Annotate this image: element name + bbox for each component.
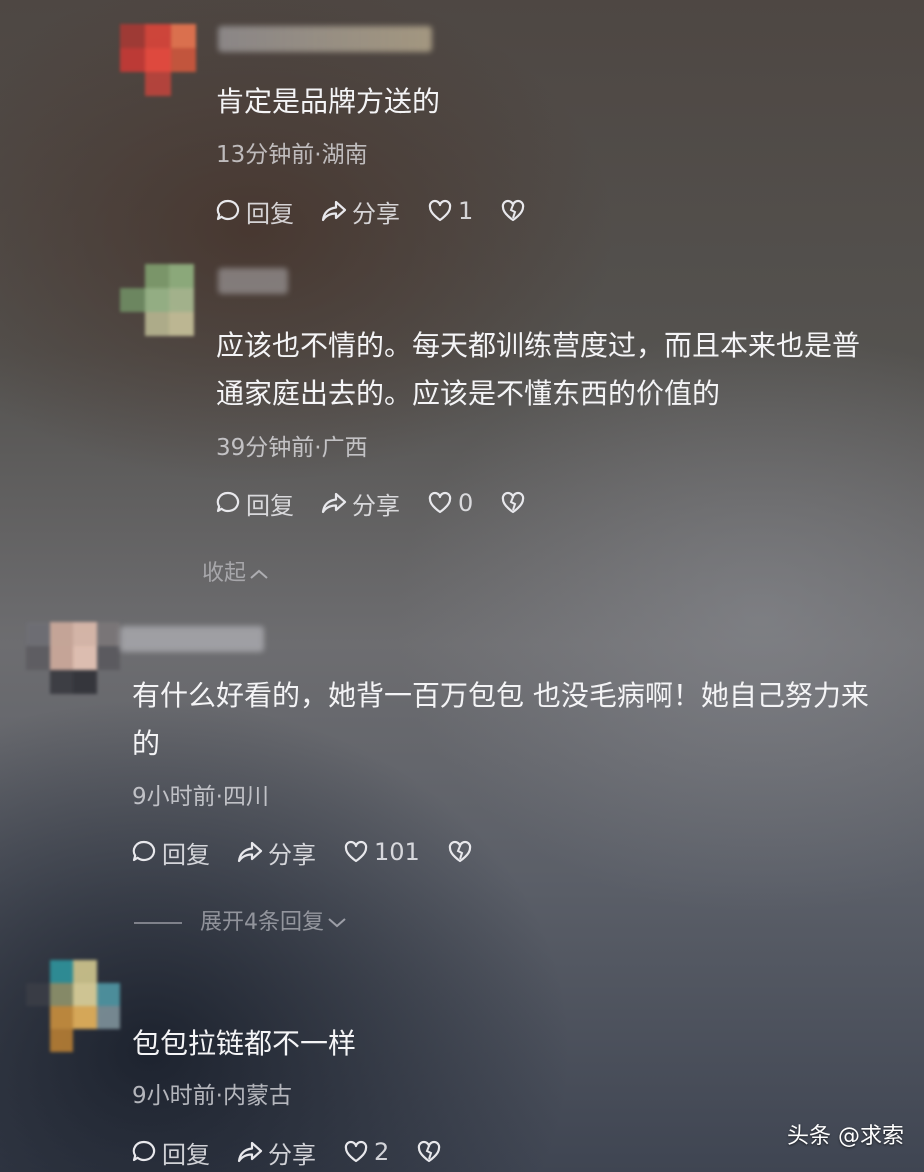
dislike-button[interactable] xyxy=(499,197,531,225)
reply-icon xyxy=(216,199,240,221)
share-button[interactable]: 分享 xyxy=(320,194,400,229)
divider xyxy=(134,922,182,924)
reply-icon xyxy=(132,840,156,862)
avatar[interactable] xyxy=(120,264,194,336)
like-icon xyxy=(344,840,368,863)
comment-actions: 回复 分享 0 xyxy=(214,486,557,520)
dislike-icon xyxy=(448,840,471,863)
like-count: 1 xyxy=(458,197,474,225)
reply-label: 回复 xyxy=(246,491,294,520)
like-count: 2 xyxy=(374,1138,390,1166)
share-icon xyxy=(237,841,263,863)
like-icon xyxy=(428,199,452,222)
reply-button[interactable]: 回复 xyxy=(214,486,294,521)
dislike-button[interactable] xyxy=(446,838,478,866)
comment-text: 包包拉链都不一样 xyxy=(132,1027,357,1060)
collapse-label: 收起 xyxy=(202,561,247,586)
like-button[interactable]: 2 xyxy=(342,1138,389,1166)
username[interactable] xyxy=(120,626,264,652)
comment-actions: 回复 分享 2 xyxy=(130,1135,473,1169)
like-button[interactable]: 1 xyxy=(426,197,473,225)
reply-label: 回复 xyxy=(162,1140,210,1169)
like-count: 0 xyxy=(458,489,474,517)
like-button[interactable]: 0 xyxy=(426,489,473,517)
chevron-up-icon xyxy=(250,569,268,579)
share-label: 分享 xyxy=(268,840,316,869)
comment-text: 肯定是品牌方送的 xyxy=(216,85,441,118)
dislike-icon xyxy=(502,199,525,222)
comment-actions: 回复 分享 101 xyxy=(130,835,504,869)
expand-replies-button[interactable]: 展开4条回复 xyxy=(134,904,348,936)
comment-meta: 9小时前·内蒙古 xyxy=(132,1083,292,1109)
comment-text: 的 xyxy=(132,727,161,760)
comment-text: 通家庭出去的。应该是不懂东西的价值的 xyxy=(216,377,721,410)
reply-label: 回复 xyxy=(246,199,294,228)
reply-button[interactable]: 回复 xyxy=(214,194,294,229)
dislike-button[interactable] xyxy=(499,489,531,517)
avatar[interactable] xyxy=(26,622,120,694)
share-icon xyxy=(321,492,347,514)
dislike-button[interactable] xyxy=(415,1138,447,1166)
chevron-down-icon xyxy=(328,918,346,928)
share-label: 分享 xyxy=(352,491,400,520)
reply-button[interactable]: 回复 xyxy=(130,835,210,870)
comment-meta: 9小时前·四川 xyxy=(132,784,269,810)
like-button[interactable]: 101 xyxy=(342,838,420,866)
like-count: 101 xyxy=(374,838,420,866)
share-button[interactable]: 分享 xyxy=(320,486,400,521)
comment-meta: 13分钟前·湖南 xyxy=(216,142,368,168)
comment-text: 有什么好看的，她背一百万包包 也没毛病啊！她自己努力来 xyxy=(132,679,869,712)
collapse-replies-button[interactable]: 收起 xyxy=(202,555,270,587)
share-label: 分享 xyxy=(268,1140,316,1169)
watermark: 头条 @求索 xyxy=(787,1124,904,1149)
like-icon xyxy=(344,1140,368,1163)
share-icon xyxy=(237,1141,263,1163)
reply-icon xyxy=(216,491,240,513)
share-button[interactable]: 分享 xyxy=(236,835,316,870)
share-icon xyxy=(321,200,347,222)
expand-label: 展开4条回复 xyxy=(200,910,324,935)
avatar[interactable] xyxy=(120,24,196,96)
like-icon xyxy=(428,491,452,514)
comment-actions: 回复 分享 1 xyxy=(214,194,557,228)
dislike-icon xyxy=(502,491,525,514)
share-label: 分享 xyxy=(352,199,400,228)
comment-text: 应该也不情的。每天都训练营度过，而且本来也是普 xyxy=(216,329,861,362)
username[interactable] xyxy=(218,26,432,52)
reply-label: 回复 xyxy=(162,840,210,869)
reply-button[interactable]: 回复 xyxy=(130,1135,210,1170)
share-button[interactable]: 分享 xyxy=(236,1135,316,1170)
dislike-icon xyxy=(418,1140,441,1163)
reply-icon xyxy=(132,1140,156,1162)
avatar[interactable] xyxy=(26,960,120,1052)
comment-meta: 39分钟前·广西 xyxy=(216,435,368,461)
username[interactable] xyxy=(218,268,288,294)
